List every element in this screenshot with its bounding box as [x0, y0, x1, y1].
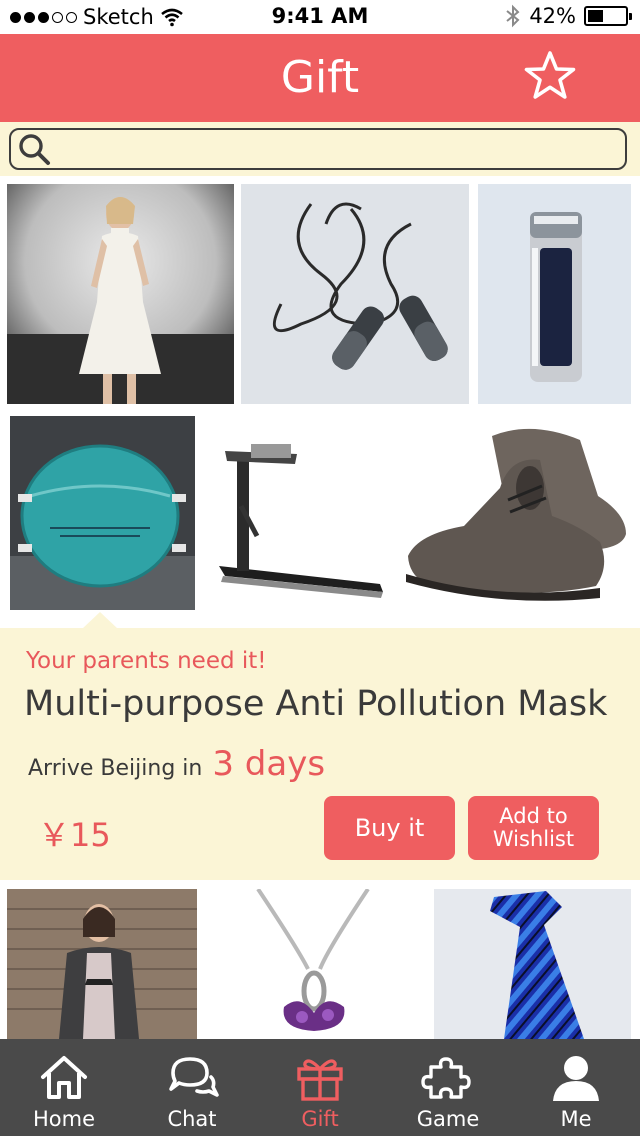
search-box[interactable]	[9, 128, 627, 170]
product-tile-treadmill[interactable]	[205, 416, 392, 610]
puzzle-icon	[421, 1057, 471, 1099]
buy-button[interactable]: Buy it	[324, 796, 455, 860]
add-to-wishlist-button[interactable]: Add to Wishlist	[468, 796, 599, 860]
tab-label: Chat	[167, 1107, 217, 1131]
tab-label: Me	[560, 1107, 592, 1131]
battery-icon	[584, 6, 632, 26]
favorite-button[interactable]	[522, 48, 578, 104]
tab-me[interactable]: Me	[512, 1039, 640, 1136]
mask-photo-icon	[10, 416, 195, 610]
boots-photo-icon	[400, 416, 631, 610]
wishlist-label-line2: Wishlist	[492, 827, 575, 851]
tab-bar: Home Chat Gift Game Me	[0, 1039, 640, 1136]
home-icon	[41, 1056, 87, 1099]
jump-rope-photo-icon	[241, 184, 469, 404]
search-icon	[19, 134, 50, 165]
tab-home[interactable]: Home	[0, 1039, 128, 1136]
tie-photo-icon	[434, 889, 631, 1039]
delivery-days: 3 days	[212, 744, 326, 784]
product-tile-mask[interactable]	[10, 416, 195, 610]
tab-label: Gift	[301, 1107, 339, 1131]
tab-game[interactable]: Game	[384, 1039, 512, 1136]
app-header: Gift	[0, 34, 640, 122]
delivery-prefix: Arrive Beijing in	[28, 756, 203, 781]
treadmill-photo-icon	[205, 416, 392, 610]
search-bar	[0, 122, 640, 176]
battery-level	[588, 10, 603, 22]
detail-price: ￥15	[38, 816, 111, 854]
product-tile-jump-rope[interactable]	[241, 184, 469, 404]
star-icon	[524, 51, 576, 99]
product-tile-white-dress[interactable]	[7, 184, 234, 404]
status-right: 42%	[505, 4, 632, 28]
bluetooth-icon	[506, 4, 520, 28]
thermos-photo-icon	[478, 184, 631, 404]
tab-gift[interactable]: Gift	[256, 1039, 384, 1136]
pendant-photo-icon	[208, 889, 421, 1039]
detail-pointer	[82, 612, 118, 629]
gift-icon	[297, 1059, 343, 1101]
product-detail-card: Your parents need it! Multi-purpose Anti…	[0, 628, 640, 880]
search-input[interactable]	[53, 130, 625, 168]
status-bar: Sketch 9:41 AM 42%	[0, 0, 640, 34]
tab-label: Home	[32, 1107, 95, 1131]
chat-icon	[169, 1057, 219, 1097]
delivery-info: Arrive Beijing in 3 days	[28, 744, 325, 784]
product-tile-patterned-coat[interactable]	[7, 889, 197, 1039]
coat-photo-icon	[7, 889, 197, 1039]
product-tile-striped-tie[interactable]	[434, 889, 631, 1039]
tab-label: Game	[416, 1107, 480, 1131]
dress-photo-icon	[7, 184, 234, 404]
product-tile-leather-boots[interactable]	[400, 416, 631, 610]
person-icon	[553, 1056, 599, 1101]
product-tile-thermos[interactable]	[478, 184, 631, 404]
tab-chat[interactable]: Chat	[128, 1039, 256, 1136]
battery-percent: 42%	[529, 4, 576, 28]
product-tile-crystal-pendant[interactable]	[208, 889, 421, 1039]
detail-tagline: Your parents need it!	[26, 648, 267, 674]
detail-product-title: Multi-purpose Anti Pollution Mask	[24, 684, 608, 724]
wishlist-label-line1: Add to	[499, 804, 568, 828]
